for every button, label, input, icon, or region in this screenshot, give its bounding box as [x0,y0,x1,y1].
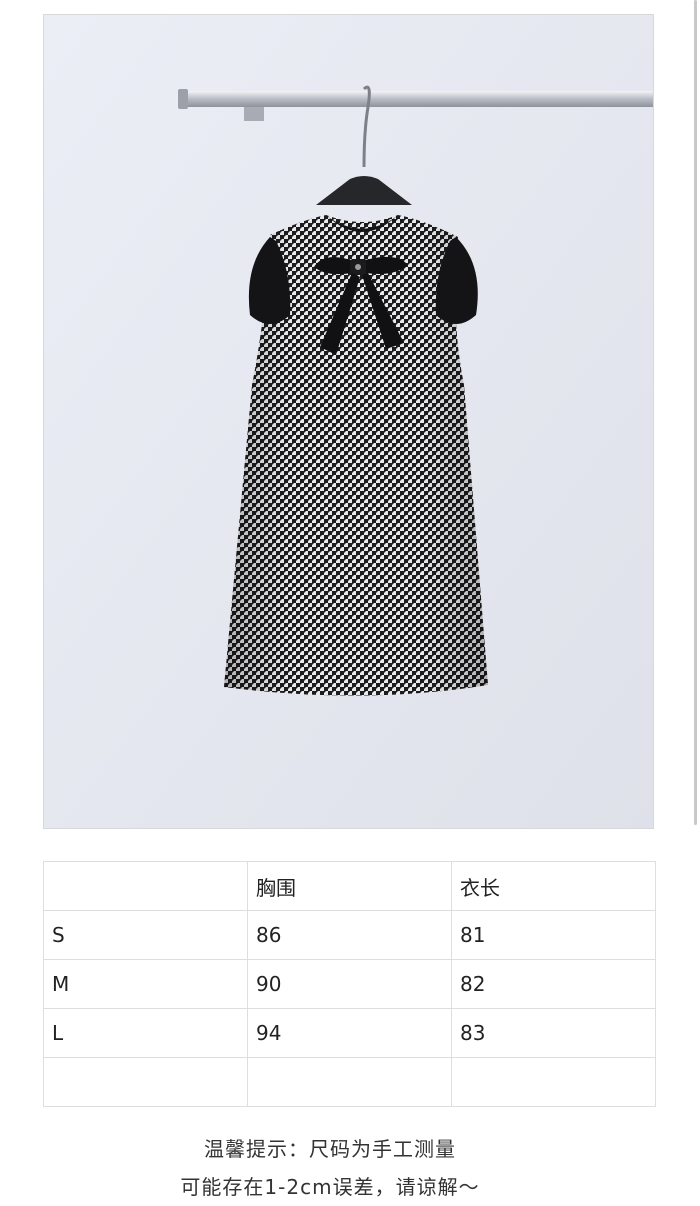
table-row [43,1057,656,1107]
dress [224,215,488,696]
size-table: 胸围 衣长 S 86 81 M 90 82 L 94 83 [43,861,656,1107]
table-cell: S [43,910,248,960]
table-cell: L [43,1008,248,1058]
product-photo [43,14,654,829]
table-row: M 90 82 [43,959,656,1009]
table-cell [451,1057,656,1107]
table-cell: 81 [451,910,656,960]
table-cell: M [43,959,248,1009]
table-cell: 94 [247,1008,452,1058]
table-cell: 90 [247,959,452,1009]
table-cell [43,1057,248,1107]
table-cell: 86 [247,910,452,960]
scrollbar[interactable] [694,0,697,825]
table-row: L 94 83 [43,1008,656,1058]
table-cell: 83 [451,1008,656,1058]
table-header-cell: 衣长 [451,861,656,911]
note-line-1: 温馨提示：尺码为手工测量 [204,1137,456,1161]
table-header-cell: 胸围 [247,861,452,911]
table-cell [247,1057,452,1107]
table-cell: 82 [451,959,656,1009]
table-row: S 86 81 [43,910,656,960]
note-line-2: 可能存在1-2cm误差，请谅解～ [180,1175,480,1199]
table-header-cell [43,861,248,911]
table-header-row: 胸围 衣长 [43,861,656,911]
